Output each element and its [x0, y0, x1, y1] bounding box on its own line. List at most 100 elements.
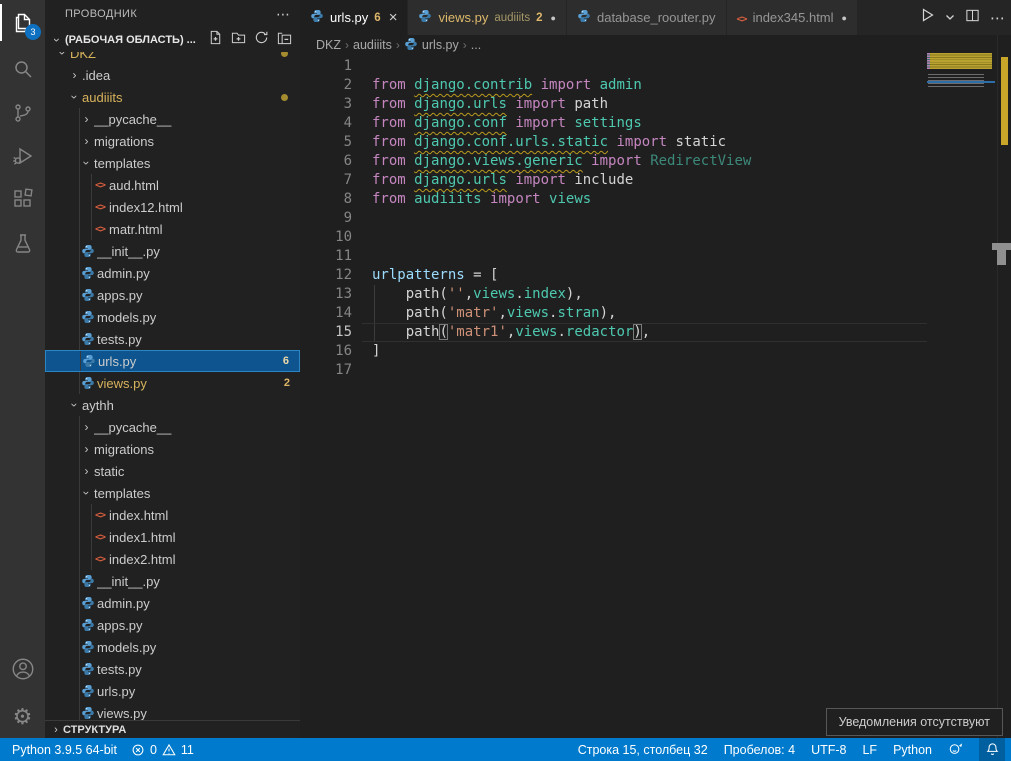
- tree-file-models.py[interactable]: models.py: [45, 636, 300, 658]
- python-file-icon: [79, 244, 97, 258]
- breadcrumb-item[interactable]: DKZ: [316, 38, 341, 52]
- tab-database_roouter.py[interactable]: database_roouter.py: [567, 0, 727, 35]
- line-number: 8: [300, 190, 352, 209]
- tree-folder-__pycache__[interactable]: ›__pycache__: [45, 416, 300, 438]
- tab-urls.py[interactable]: urls.py6×: [300, 0, 408, 35]
- tree-file-aud.html[interactable]: <>aud.html: [45, 174, 300, 196]
- tree-file-__init__.py[interactable]: __init__.py: [45, 570, 300, 592]
- tab-views.py[interactable]: views.pyaudiiits2●: [408, 0, 567, 35]
- tree-folder-static[interactable]: ›static: [45, 460, 300, 482]
- more-actions-icon[interactable]: ⋯: [990, 9, 1005, 27]
- breadcrumb-item[interactable]: audiiits: [353, 38, 392, 52]
- tree-file-models.py[interactable]: models.py: [45, 306, 300, 328]
- indent-guide: [374, 323, 375, 342]
- tree-item-label: tests.py: [97, 662, 300, 677]
- eol-setting[interactable]: LF: [862, 743, 877, 757]
- tree-item-label: .idea: [82, 68, 300, 83]
- account-icon[interactable]: [0, 646, 45, 691]
- line-number: 9: [300, 209, 352, 228]
- problems-badge: 6: [283, 355, 289, 367]
- new-file-icon[interactable]: [208, 30, 223, 50]
- breadcrumb-item[interactable]: ...: [471, 38, 481, 52]
- problems-indicator[interactable]: 0 11: [131, 743, 194, 757]
- indentation-setting[interactable]: Пробелов: 4: [724, 743, 795, 757]
- tree-file-tests.py[interactable]: tests.py: [45, 658, 300, 680]
- new-folder-icon[interactable]: [231, 30, 246, 50]
- tree-folder-migrations[interactable]: ›migrations: [45, 438, 300, 460]
- tree-file-index.html[interactable]: <>index.html: [45, 504, 300, 526]
- feedback-icon[interactable]: [948, 742, 963, 757]
- tree-file-matr.html[interactable]: <>matr.html: [45, 218, 300, 240]
- tree-folder-migrations[interactable]: ›migrations: [45, 130, 300, 152]
- python-file-icon: [79, 310, 97, 324]
- python-file-icon: [79, 618, 97, 632]
- refresh-icon[interactable]: [254, 30, 269, 50]
- tree-folder-templates[interactable]: ›templates: [45, 152, 300, 174]
- collapse-all-icon[interactable]: [277, 30, 292, 50]
- editor-region: urls.py6×views.pyaudiiits2●database_roou…: [300, 0, 1011, 738]
- split-editor-button[interactable]: [965, 8, 980, 28]
- tree-item-label: matr.html: [109, 222, 300, 237]
- indent-guide: [79, 438, 80, 460]
- source-control-icon[interactable]: [0, 90, 45, 135]
- tree-file-index1.html[interactable]: <>index1.html: [45, 526, 300, 548]
- scrollbar-handle-top[interactable]: [992, 243, 1011, 250]
- tree-file-index12.html[interactable]: <>index12.html: [45, 196, 300, 218]
- tree-folder-__pycache__[interactable]: ›__pycache__: [45, 108, 300, 130]
- tree-file-apps.py[interactable]: apps.py: [45, 284, 300, 306]
- html-file-icon: <>: [91, 180, 109, 191]
- settings-icon[interactable]: ⚙: [0, 694, 45, 739]
- minimap[interactable]: [927, 47, 997, 738]
- tree-file-apps.py[interactable]: apps.py: [45, 614, 300, 636]
- tree-file-tests.py[interactable]: tests.py: [45, 328, 300, 350]
- tree-file-__init__.py[interactable]: __init__.py: [45, 240, 300, 262]
- tree-folder-templates[interactable]: ›templates: [45, 482, 300, 504]
- explorer-icon[interactable]: 3: [0, 0, 45, 45]
- explorer-more-icon[interactable]: ⋯: [276, 6, 290, 23]
- code-line-11: 11: [300, 247, 927, 266]
- scrollbar-handle-stem[interactable]: [997, 250, 1006, 265]
- tree-file-index2.html[interactable]: <>index2.html: [45, 548, 300, 570]
- language-mode[interactable]: Python: [893, 743, 932, 757]
- tree-item-label: apps.py: [97, 288, 300, 303]
- tree-file-urls.py[interactable]: urls.py6: [45, 350, 300, 372]
- code-token: ): [633, 324, 641, 340]
- code-line-14: 14 path('matr',views.stran),: [300, 304, 927, 323]
- outline-section-header[interactable]: › СТРУКТУРА: [45, 720, 300, 738]
- tree-file-views.py[interactable]: views.py2: [45, 372, 300, 394]
- notifications-bell[interactable]: [979, 738, 1005, 761]
- run-button[interactable]: [919, 7, 935, 28]
- extensions-icon[interactable]: [0, 176, 45, 221]
- tree-file-urls.py[interactable]: urls.py: [45, 680, 300, 702]
- indent-guide: [79, 108, 80, 130]
- tab-index345.html[interactable]: <>index345.html●: [727, 0, 858, 35]
- indent-guide: [79, 218, 80, 240]
- editor-scrollbar[interactable]: [997, 35, 1011, 738]
- cursor-position[interactable]: Строка 15, столбец 32: [578, 743, 708, 757]
- encoding-setting[interactable]: UTF-8: [811, 743, 846, 757]
- code-editor[interactable]: 12from django.contrib import admin3from …: [300, 55, 927, 738]
- tree-item-label: index2.html: [109, 552, 300, 567]
- tree-folder-audiiits[interactable]: ›audiiits: [45, 86, 300, 108]
- tree-file-admin.py[interactable]: admin.py: [45, 262, 300, 284]
- code-token: [406, 96, 414, 112]
- code-token: views: [515, 324, 557, 340]
- workspace-section-header[interactable]: › (РАБОЧАЯ ОБЛАСТЬ) ...: [45, 28, 300, 52]
- search-icon[interactable]: [0, 46, 45, 91]
- breadcrumb-item[interactable]: urls.py: [404, 37, 459, 54]
- code-token: = [: [465, 267, 499, 283]
- tree-item-label: models.py: [97, 310, 300, 325]
- python-interpreter[interactable]: Python 3.9.5 64-bit: [12, 743, 117, 757]
- run-dropdown-chevron-icon[interactable]: [945, 9, 955, 27]
- tree-file-admin.py[interactable]: admin.py: [45, 592, 300, 614]
- code-token: [406, 115, 414, 131]
- tree-folder-aythh[interactable]: ›aythh: [45, 394, 300, 416]
- testing-icon[interactable]: [0, 221, 45, 266]
- tree-item-label: __pycache__: [94, 112, 300, 127]
- run-and-debug-icon[interactable]: [0, 133, 45, 178]
- close-icon[interactable]: ×: [389, 9, 398, 26]
- tree-folder-.idea[interactable]: ›.idea: [45, 64, 300, 86]
- line-number: 15: [300, 323, 352, 342]
- modified-dot-icon: ●: [551, 13, 556, 23]
- code-token: django.views.generic: [414, 153, 583, 169]
